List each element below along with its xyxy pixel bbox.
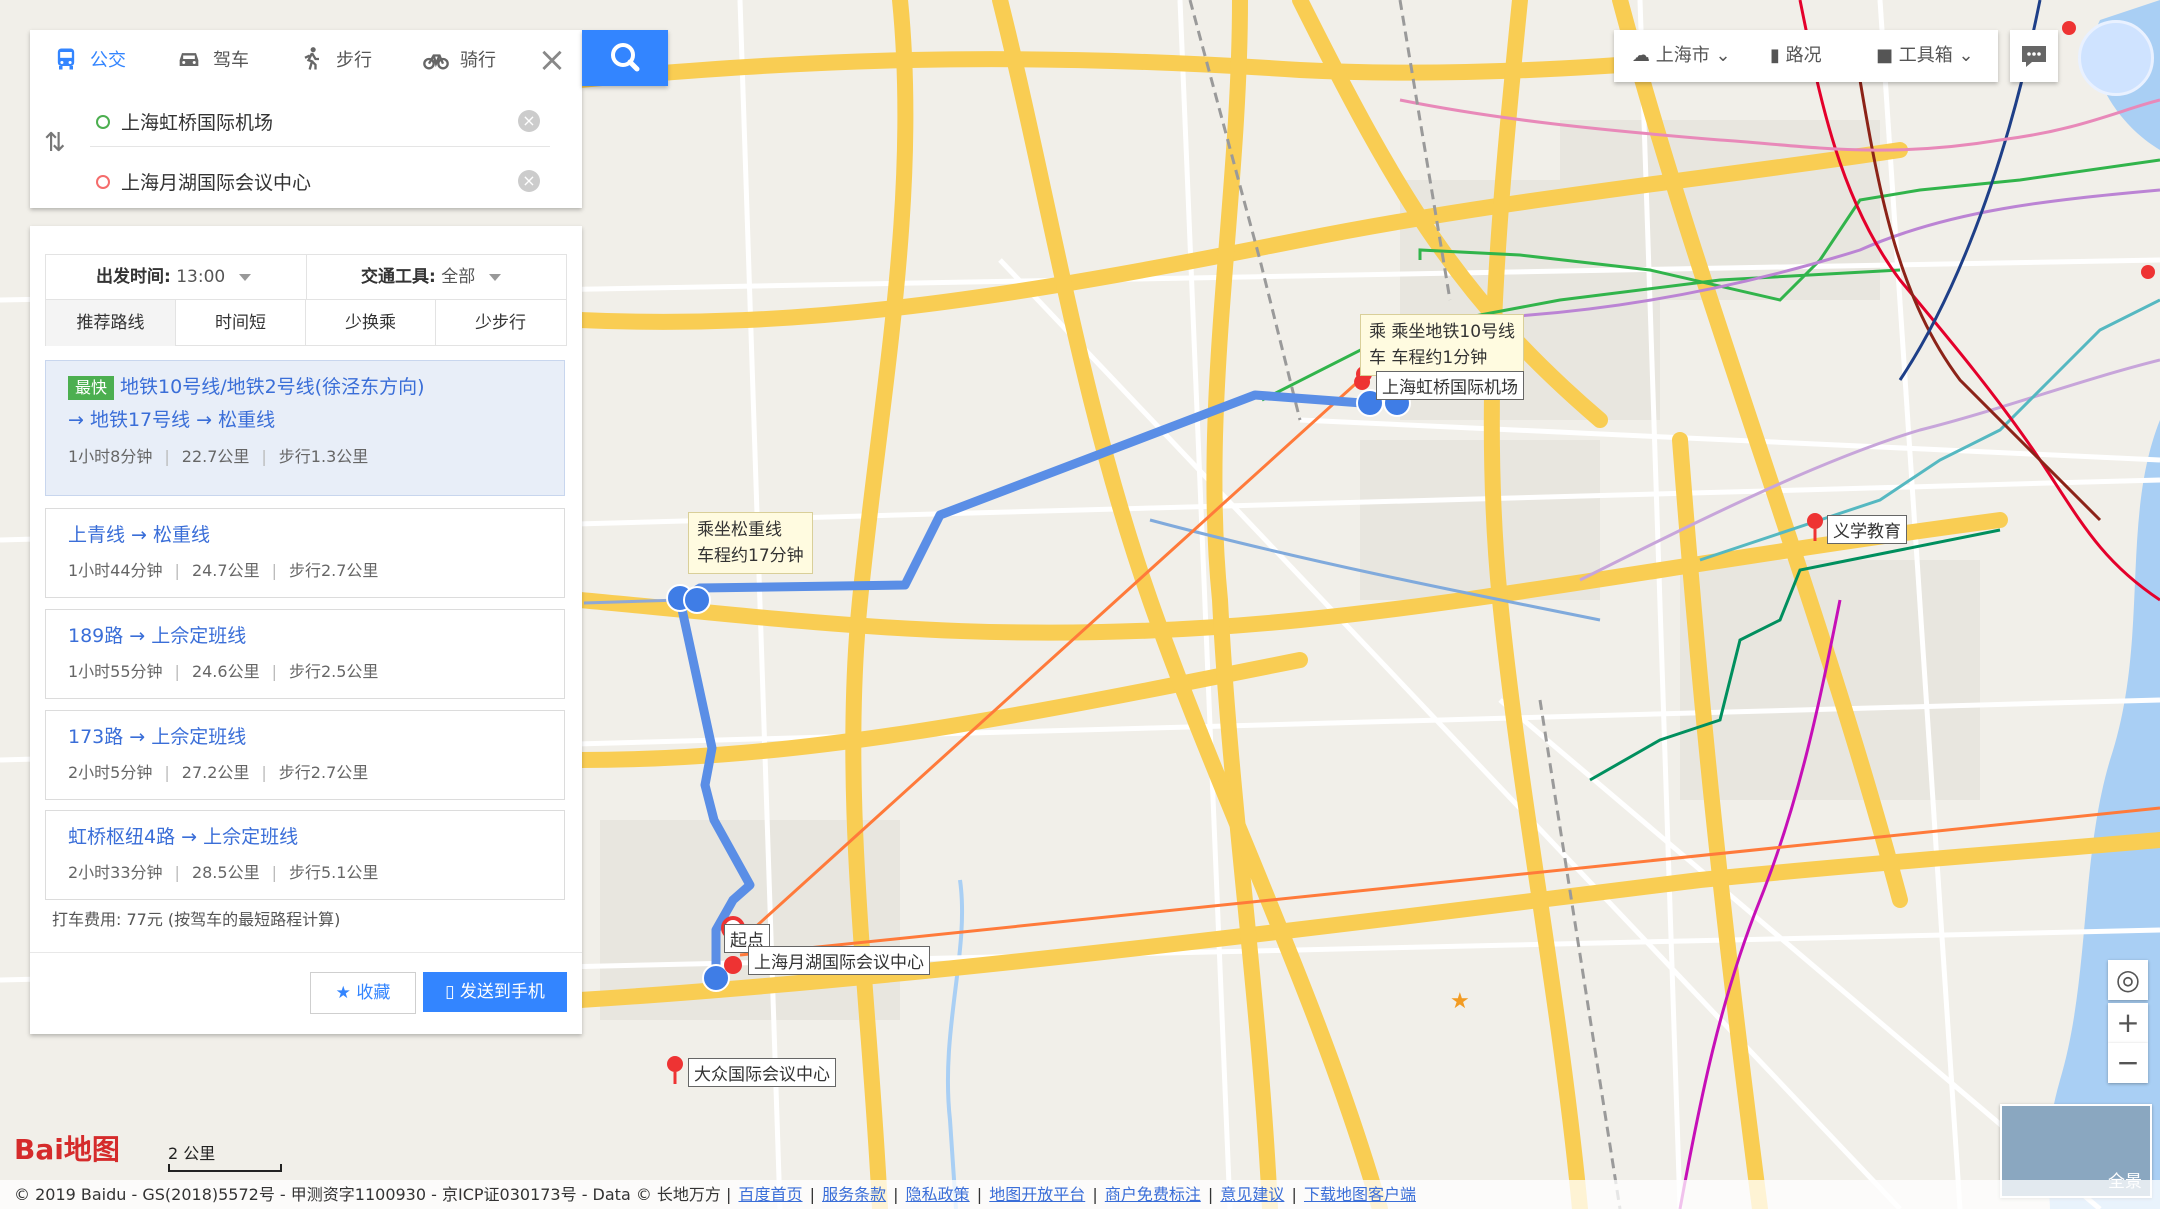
- route-option[interactable]: 上青线 → 松重线 1小时44分钟 | 24.7公里 | 步行2.7公里: [45, 508, 565, 598]
- destination-label[interactable]: 上海月湖国际会议中心: [748, 946, 930, 975]
- mode-tab-bike[interactable]: 骑行: [422, 44, 496, 74]
- route-bubble-metro: 乘 乘坐地铁10号线 车 车程约1分钟: [1360, 314, 1525, 376]
- route-meta: 1小时8分钟 | 22.7公里 | 步行1.3公里: [68, 447, 369, 466]
- destination-field[interactable]: 上海月湖国际会议中心 ×: [90, 158, 550, 206]
- route-options: 出发时间: 13:00 交通工具: 全部 推荐路线 时间短 少换乘 少步行: [45, 254, 567, 346]
- map-toolbar: ☁ 上海市 ⌄ ▮ 路况 ■ 工具箱 ⌄: [1614, 30, 1998, 82]
- mode-tab-walk[interactable]: 步行: [298, 44, 372, 74]
- swap-icon[interactable]: ⇅: [44, 128, 74, 168]
- footer-link-download[interactable]: 下载地图客户端: [1304, 1185, 1416, 1204]
- origin-dot-icon: [96, 115, 110, 129]
- tab-least-walking[interactable]: 少步行: [436, 300, 565, 346]
- clear-destination-icon[interactable]: ×: [518, 170, 540, 192]
- fastest-badge: 最快: [68, 376, 115, 400]
- cloud-icon: ☁: [1632, 45, 1650, 66]
- chevron-down-icon: ⌄: [1715, 45, 1731, 66]
- route-meta: 2小时33分钟 | 28.5公里 | 步行5.1公里: [68, 863, 379, 882]
- walk-icon: [304, 47, 319, 70]
- close-icon[interactable]: ×: [530, 40, 574, 80]
- footer-link-terms[interactable]: 服务条款: [822, 1185, 886, 1204]
- svg-text:★: ★: [1450, 989, 1470, 1014]
- message-button[interactable]: [2010, 30, 2058, 82]
- zoom-in-button[interactable]: +: [2108, 1003, 2148, 1043]
- phone-icon: ▯: [445, 982, 455, 1002]
- footer-link-merchant[interactable]: 商户免费标注: [1105, 1185, 1201, 1204]
- traffic-button[interactable]: ▮ 路况: [1770, 42, 1822, 70]
- favorite-button[interactable]: ★ 收藏: [310, 972, 416, 1014]
- route-meta: 2小时5分钟 | 27.2公里 | 步行2.7公里: [68, 763, 369, 782]
- footer-link-privacy[interactable]: 隐私政策: [906, 1185, 970, 1204]
- baidu-map-logo[interactable]: Bai地图: [14, 1128, 120, 1168]
- star-icon: ★: [335, 983, 351, 1003]
- divider: [30, 952, 582, 953]
- depart-time-select[interactable]: 出发时间: 13:00: [96, 255, 252, 299]
- route-option[interactable]: 虹桥枢纽4路 → 上佘定班线 2小时33分钟 | 28.5公里 | 步行5.1公里: [45, 810, 565, 900]
- tab-fewest-transfers[interactable]: 少换乘: [306, 300, 436, 346]
- message-icon: [2022, 46, 2046, 67]
- city-select[interactable]: ☁ 上海市 ⌄: [1632, 42, 1731, 70]
- transport-select[interactable]: 交通工具: 全部: [361, 255, 502, 299]
- car-icon: [179, 53, 199, 66]
- tab-shortest-time[interactable]: 时间短: [176, 300, 306, 346]
- origin-text: 上海虹桥国际机场: [121, 112, 274, 134]
- chevron-down-icon: ⌄: [1958, 45, 1974, 66]
- zoom-out-button[interactable]: −: [2108, 1043, 2148, 1083]
- route-results-panel: 出发时间: 13:00 交通工具: 全部 推荐路线 时间短 少换乘 少步行 最快…: [30, 226, 582, 1034]
- chevron-down-icon: [489, 273, 502, 281]
- destination-dot-icon: [96, 175, 110, 189]
- route-title: 173路 → 上佘定班线: [68, 726, 247, 748]
- locate-button[interactable]: ◎: [2108, 960, 2148, 1000]
- footer-link-feedback[interactable]: 意见建议: [1220, 1185, 1284, 1204]
- route-meta: 1小时55分钟 | 24.6公里 | 步行2.5公里: [68, 662, 379, 681]
- mode-tab-transit[interactable]: 公交: [52, 44, 126, 74]
- toolbox-icon: ■: [1876, 45, 1894, 66]
- footer-link-home[interactable]: 百度首页: [739, 1185, 803, 1204]
- mode-tab-drive[interactable]: 驾车: [175, 44, 249, 74]
- map-footer: © 2019 Baidu - GS(2018)5572号 - 甲测资字11009…: [0, 1180, 2160, 1209]
- chevron-down-icon: [239, 273, 252, 281]
- airport-label[interactable]: 上海虹桥国际机场: [1376, 371, 1524, 400]
- locate-icon: ◎: [2115, 963, 2141, 996]
- bus-icon: [57, 48, 75, 70]
- search-button[interactable]: [582, 30, 668, 86]
- plus-icon: +: [2116, 1006, 2140, 1039]
- route-title: 上青线 → 松重线: [68, 524, 210, 546]
- footer-link-open-platform[interactable]: 地图开放平台: [989, 1185, 1085, 1204]
- poi-label-yixue[interactable]: 义学教育: [1827, 515, 1907, 544]
- route-option[interactable]: 189路 → 上佘定班线 1小时55分钟 | 24.6公里 | 步行2.5公里: [45, 609, 565, 699]
- route-meta: 1小时44分钟 | 24.7公里 | 步行2.7公里: [68, 561, 379, 580]
- route-option[interactable]: 最快 地铁10号线/地铁2号线(徐泾东方向) → 地铁17号线 → 松重线 1小时…: [45, 360, 565, 496]
- poi-label-dazhong[interactable]: 大众国际会议中心: [688, 1058, 836, 1087]
- map-scale: 2 公里: [168, 1140, 282, 1172]
- origin-field[interactable]: 上海虹桥国际机场 ×: [90, 98, 550, 147]
- route-option[interactable]: 173路 → 上佘定班线 2小时5分钟 | 27.2公里 | 步行2.7公里: [45, 710, 565, 800]
- clear-origin-icon[interactable]: ×: [518, 110, 540, 132]
- taxi-fare: 打车费用: 77元 (按驾车的最短路程计算): [52, 910, 341, 929]
- destination-text: 上海月湖国际会议中心: [121, 172, 312, 194]
- bike-icon: [423, 54, 449, 70]
- sort-tabs: 推荐路线 时间短 少换乘 少步行: [46, 299, 566, 346]
- travel-mode-tabs: 公交 驾车 步行 骑行: [30, 30, 582, 86]
- minus-icon: −: [2116, 1046, 2140, 1079]
- tab-recommended[interactable]: 推荐路线: [46, 300, 176, 346]
- search-icon: [611, 43, 640, 72]
- route-title: 189路 → 上佘定班线: [68, 625, 247, 647]
- send-to-phone-button[interactable]: ▯ 发送到手机: [423, 972, 567, 1012]
- route-title: 虹桥枢纽4路 → 上佘定班线: [68, 826, 299, 848]
- route-title: 最快 地铁10号线/地铁2号线(徐泾东方向) → 地铁17号线 → 松重线: [68, 376, 425, 431]
- route-bubble-bus: 乘坐松重线 车程约17分钟: [688, 512, 813, 574]
- traffic-light-icon: ▮: [1770, 45, 1780, 66]
- route-search-box: 公交 驾车 步行 骑行 × ⇅ 上海虹桥国际机场 × 上海月湖国际会议中心 ×: [30, 30, 582, 208]
- toolbox-button[interactable]: ■ 工具箱 ⌄: [1876, 42, 1974, 70]
- scale-bar: [168, 1164, 282, 1172]
- avatar[interactable]: [2078, 20, 2154, 96]
- divider: [306, 255, 307, 299]
